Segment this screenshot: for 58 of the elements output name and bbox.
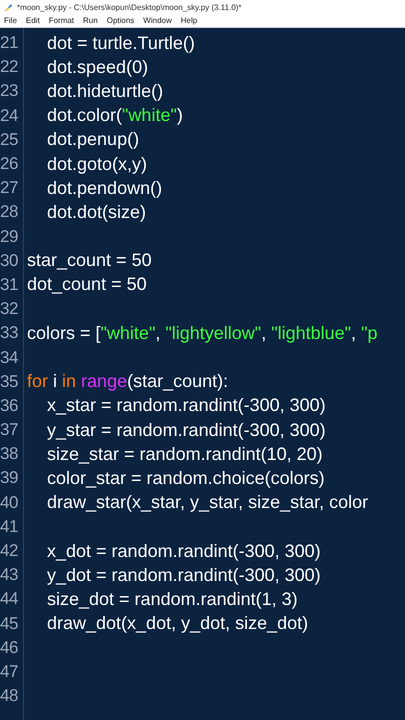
code-line: dot.pendown() [46, 178, 162, 199]
menu-item[interactable]: File [4, 16, 17, 25]
line-number: 36 [0, 396, 19, 416]
code-line: y_dot = random.randint(-300, 300) [46, 564, 321, 586]
line-number: 21 [0, 33, 19, 54]
line-number: 25 [0, 130, 19, 150]
line-number: 31 [0, 274, 19, 295]
code-line: dot.goto(x,y) [46, 154, 148, 175]
line-number: 41 [0, 516, 19, 537]
window-title: *moon_sky.py - C:\Users\kopun\Desktop\moon_sky.py (3.11.0)* [17, 2, 242, 12]
line-number: 46 [0, 638, 19, 658]
code-line: x_star = random.randint(-300, 300) [46, 395, 326, 416]
line-number: 28 [0, 202, 19, 222]
code-line: size_star = random.randint(10, 20) [46, 444, 323, 465]
line-number: 47 [0, 662, 19, 682]
menu-item[interactable]: Format [48, 16, 74, 25]
line-number: 38 [0, 444, 19, 464]
line-number: 27 [0, 178, 19, 198]
line-number: 40 [0, 492, 19, 513]
line-number: 44 [0, 589, 19, 610]
code-line: size_dot = random.randint(1, 3) [46, 588, 298, 610]
code-line: color_star = random.choice(colors) [46, 468, 325, 489]
code-line: dot = turtle.Turtle() [46, 32, 195, 54]
line-number: 24 [0, 106, 19, 126]
menu-item[interactable]: Window [143, 16, 172, 25]
line-number: 45 [0, 614, 19, 634]
line-number: 42 [0, 541, 19, 562]
feather-icon [4, 2, 13, 12]
line-number: 34 [0, 348, 19, 368]
code-line: dot.penup() [46, 129, 140, 150]
code-line: star_count = 50 [26, 250, 152, 272]
line-number: 39 [0, 468, 19, 488]
line-number: 35 [0, 372, 19, 392]
code-line: x_dot = random.randint(-300, 300) [46, 540, 321, 562]
line-number: 48 [0, 686, 19, 706]
line-number: 29 [0, 226, 19, 247]
code-line: dot.speed(0) [46, 56, 148, 78]
menu-item[interactable]: Run [83, 16, 98, 25]
line-number: 32 [0, 299, 19, 320]
line-number: 23 [0, 81, 19, 102]
line-number: 33 [0, 323, 19, 344]
line-number: 22 [0, 57, 19, 78]
code-line: y_star = random.randint(-300, 300) [46, 420, 326, 441]
code-line: draw_star(x_star, y_star, size_star, color [46, 492, 368, 514]
code-line: dot.hideturtle() [46, 80, 164, 102]
menu-item[interactable]: Edit [26, 16, 40, 25]
line-number: 37 [0, 420, 19, 440]
menu-item[interactable]: Options [106, 16, 134, 25]
line-number: 26 [0, 154, 19, 174]
code-line: dot_count = 50 [26, 274, 147, 296]
menu-item[interactable]: Help [180, 16, 198, 25]
code-line: for i in range(star_count): [26, 371, 228, 392]
line-number: 43 [0, 565, 19, 586]
code-line: draw_dot(x_dot, y_dot, size_dot) [46, 613, 308, 634]
code-line: dot.dot(size) [46, 202, 146, 223]
code-line: dot.color("white") [46, 105, 183, 126]
code-line: colors = ["white", "lightyellow", "lightblue", "p [26, 322, 378, 344]
line-number: 30 [0, 250, 19, 271]
